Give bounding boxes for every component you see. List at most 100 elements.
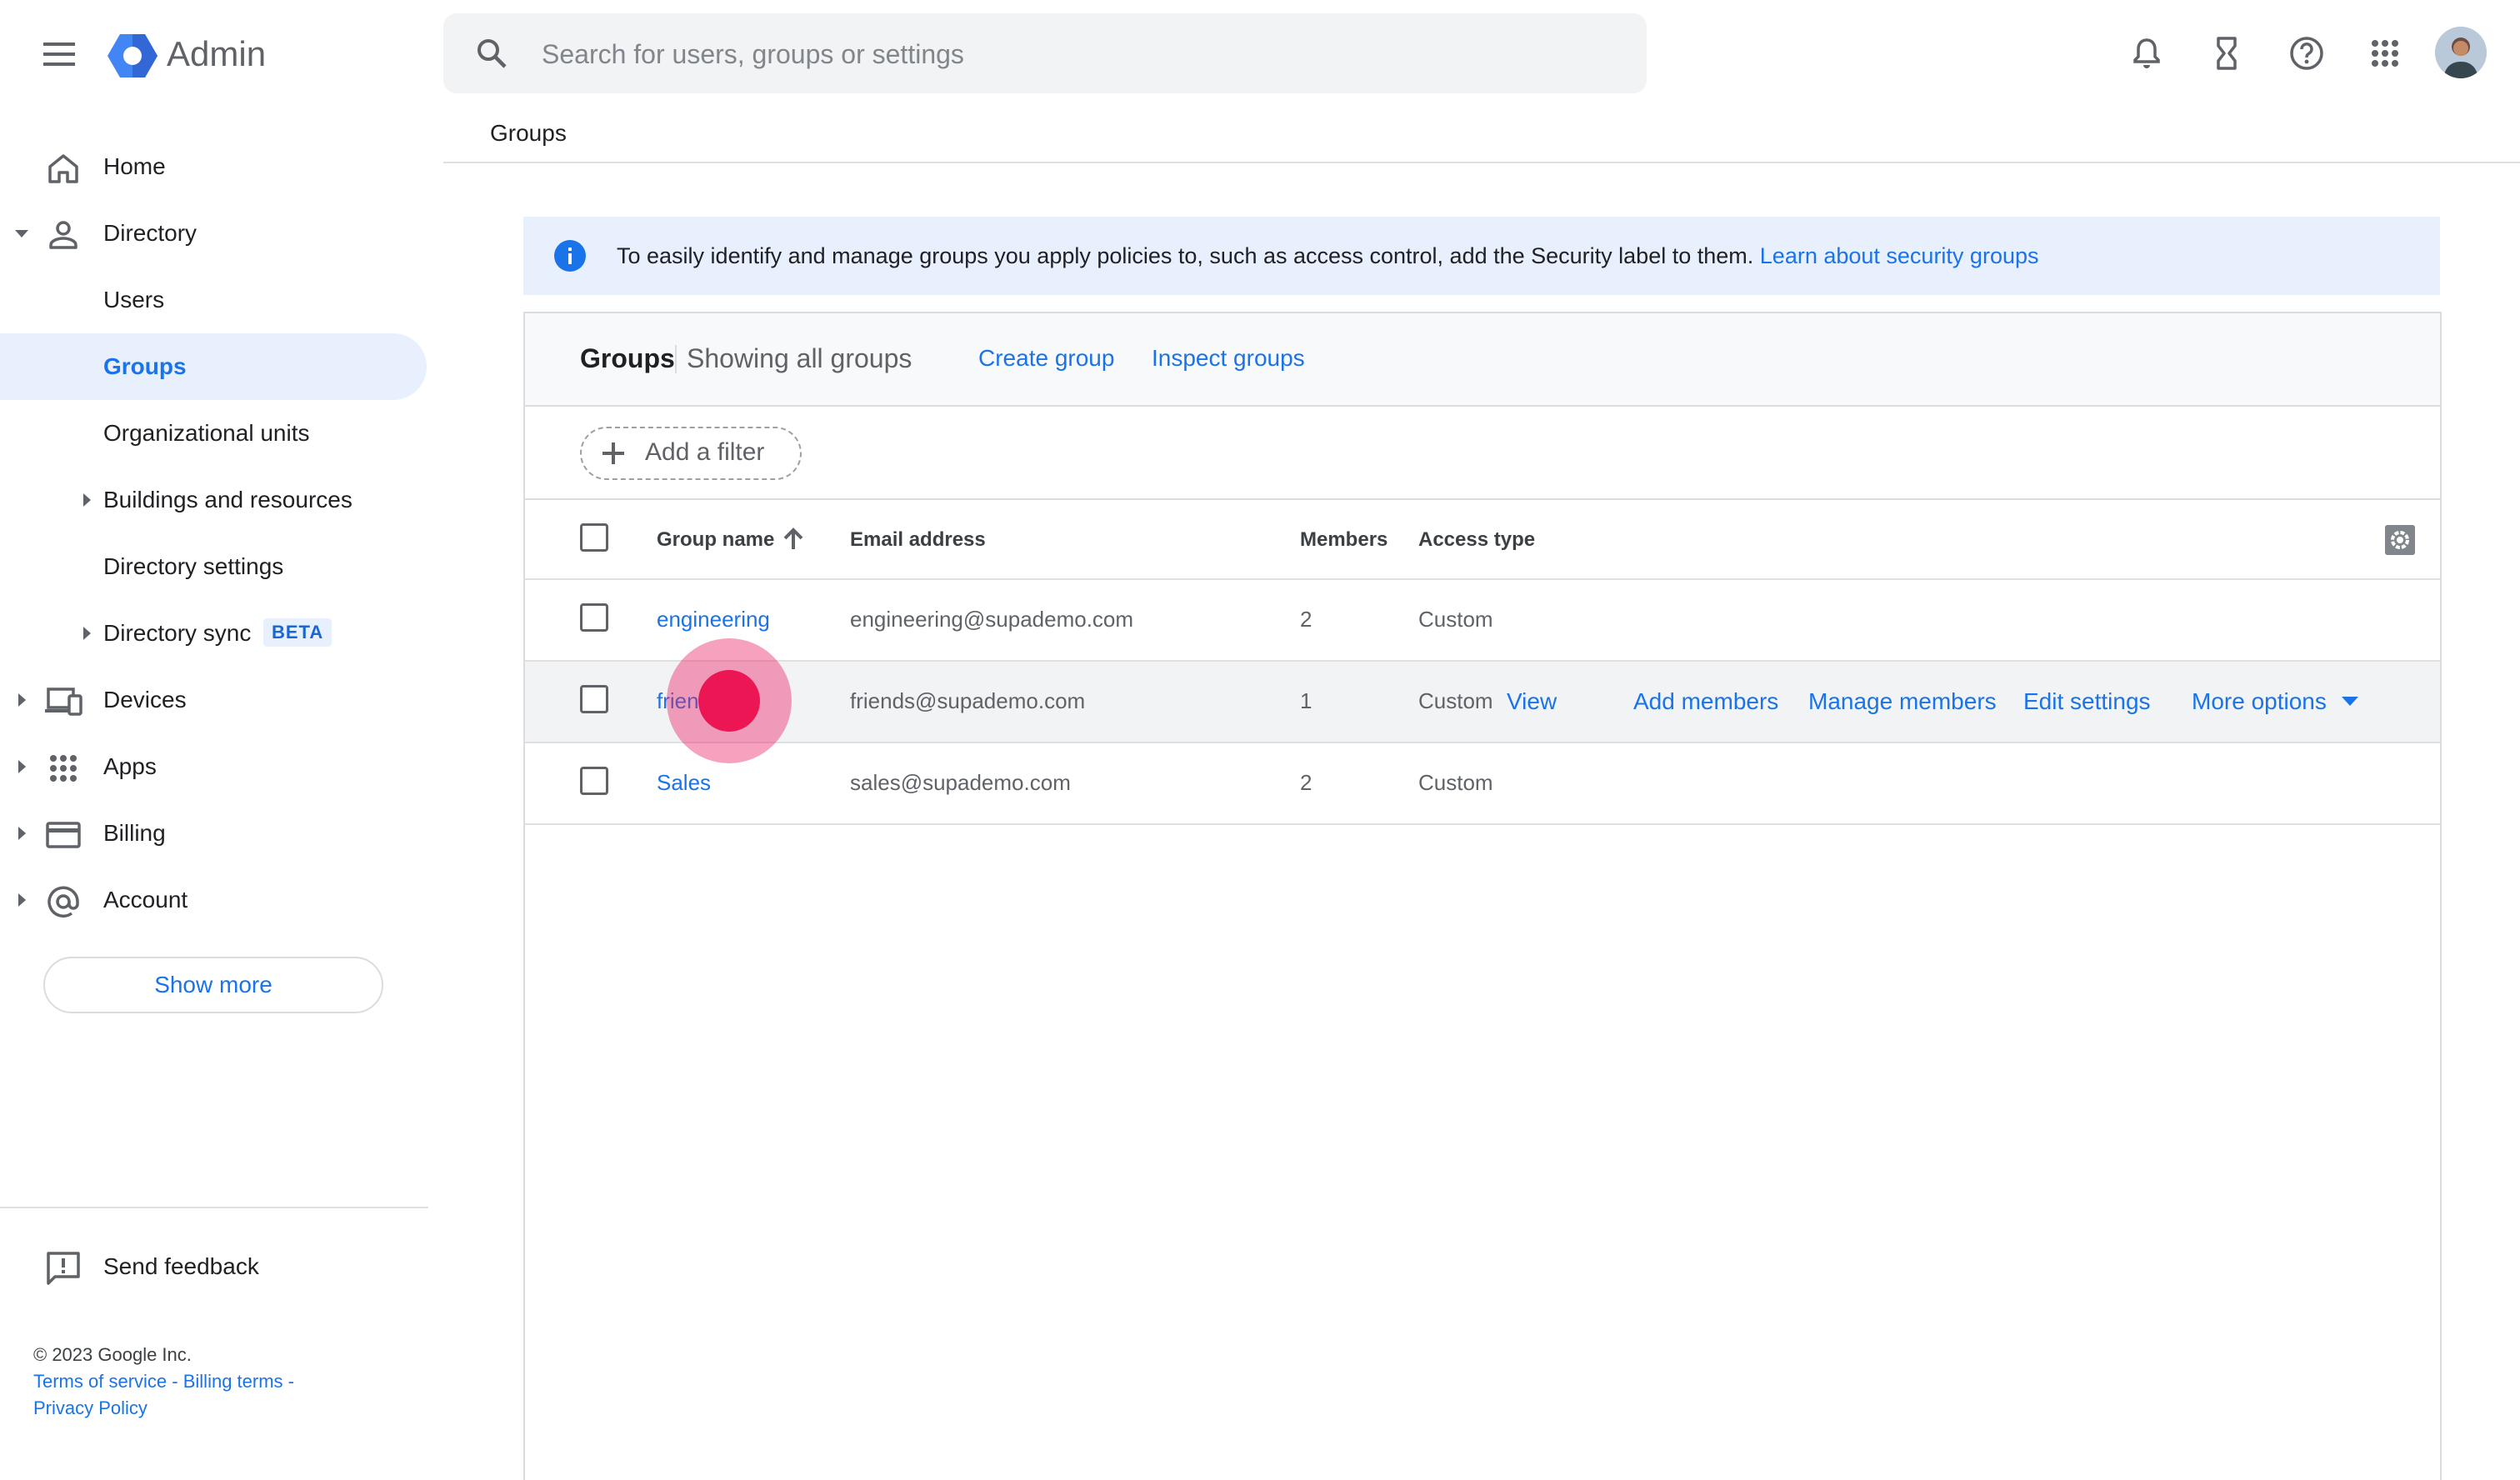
group-name-link[interactable]: engineering (657, 607, 770, 632)
table-row[interactable]: Sales sales@supademo.com 2 Custom (525, 743, 2440, 825)
sidebar-item-label: Users (103, 287, 165, 312)
feedback-icon (43, 1248, 83, 1288)
footer-separator: - (288, 1371, 294, 1392)
add-filter-button[interactable]: Add a filter (580, 427, 802, 480)
sidebar-item-label: Billing (103, 820, 166, 846)
table-header-row: Group name Email address Members Access … (525, 500, 2440, 580)
apps-grid-icon (43, 748, 83, 788)
banner-text: To easily identify and manage groups you… (617, 243, 1760, 268)
billing-terms-link[interactable]: Billing terms (183, 1371, 283, 1392)
sidebar-item-apps[interactable]: Apps (0, 733, 428, 800)
sidebar-item-directory-settings[interactable]: Directory settings (0, 533, 428, 600)
table-row[interactable]: engineering engineering@supademo.com 2 C… (525, 580, 2440, 662)
app-name: Admin (167, 34, 267, 73)
caret-right-icon (12, 757, 32, 777)
caret-right-icon (12, 690, 32, 710)
group-access-type: Custom (1418, 770, 1493, 795)
title-separator (675, 345, 677, 373)
sidebar-item-label: Buildings and resources (103, 487, 352, 512)
help-icon[interactable] (2283, 30, 2330, 77)
copyright-text: © 2023 Google Inc. (33, 1344, 192, 1365)
group-email: sales@supademo.com (850, 770, 1071, 795)
view-group-link[interactable]: View (1507, 688, 1557, 715)
breadcrumb-groups: Groups (490, 120, 567, 146)
search-bar[interactable] (443, 13, 1647, 93)
caret-right-icon (77, 490, 97, 510)
group-email: friends@supademo.com (850, 688, 1086, 713)
column-settings-gear-icon[interactable] (2383, 523, 2417, 557)
sidebar: Home Directory Users Groups Organization… (0, 133, 428, 1442)
apps-launcher-icon[interactable] (2362, 30, 2408, 77)
row-checkbox[interactable] (580, 603, 608, 632)
sidebar-item-directory-sync[interactable]: Directory sync BETA (0, 600, 428, 667)
terms-of-service-link[interactable]: Terms of service (33, 1371, 167, 1392)
edit-settings-link[interactable]: Edit settings (2023, 688, 2151, 715)
manage-members-link[interactable]: Manage members (1808, 688, 1997, 715)
credit-card-icon (43, 815, 83, 855)
panel-title: Groups (580, 343, 675, 373)
row-checkbox[interactable] (580, 685, 608, 713)
group-access-type: Custom (1418, 607, 1493, 632)
search-icon (472, 33, 512, 73)
sidebar-item-directory[interactable]: Directory (0, 200, 428, 267)
hourglass-tasks-icon[interactable] (2203, 30, 2250, 77)
caret-right-icon (12, 890, 32, 910)
group-member-count: 1 (1300, 688, 1312, 713)
caret-down-icon[interactable] (2342, 697, 2358, 707)
at-sign-icon (43, 882, 83, 922)
sidebar-item-label: Directory settings (103, 553, 284, 579)
sidebar-item-billing[interactable]: Billing (0, 800, 428, 867)
panel-header: Groups Showing all groups Create group I… (525, 313, 2440, 407)
learn-about-security-groups-link[interactable]: Learn about security groups (1760, 243, 2039, 268)
account-avatar[interactable] (2435, 27, 2487, 78)
breadcrumb: Groups (443, 110, 2520, 163)
sidebar-item-buildings-and-resources[interactable]: Buildings and resources (0, 467, 428, 533)
sidebar-item-account[interactable]: Account (0, 867, 428, 933)
sidebar-item-organizational-units[interactable]: Organizational units (0, 400, 428, 467)
info-icon (553, 239, 587, 272)
notifications-bell-icon[interactable] (2123, 30, 2170, 77)
send-feedback-label: Send feedback (103, 1253, 259, 1279)
sidebar-item-users[interactable]: Users (0, 267, 428, 333)
group-email: engineering@supademo.com (850, 607, 1134, 632)
top-bar: Admin (0, 0, 2520, 108)
send-feedback-button[interactable]: Send feedback (0, 1233, 428, 1300)
privacy-policy-link[interactable]: Privacy Policy (33, 1398, 148, 1418)
sidebar-item-label: Home (103, 153, 166, 179)
footer-separator: - (172, 1371, 183, 1392)
group-member-count: 2 (1300, 770, 1312, 795)
create-group-link[interactable]: Create group (978, 345, 1114, 372)
sidebar-item-groups[interactable]: Groups (0, 333, 427, 400)
filter-bar: Add a filter (525, 407, 2440, 500)
add-filter-label: Add a filter (645, 438, 765, 466)
group-name-link[interactable]: Sales (657, 770, 711, 796)
group-name-link[interactable]: frien (657, 688, 699, 714)
devices-icon (43, 682, 83, 722)
sidebar-item-label: Organizational units (103, 420, 310, 446)
more-options-dropdown[interactable]: More options (2192, 688, 2327, 715)
sidebar-item-home[interactable]: Home (0, 133, 428, 200)
sidebar-item-label: Account (103, 887, 188, 912)
add-members-link[interactable]: Add members (1633, 688, 1778, 715)
group-access-type: Custom (1418, 688, 1493, 713)
table-row[interactable]: frien friends@supademo.com 1 Custom View… (525, 662, 2440, 743)
row-checkbox[interactable] (580, 767, 608, 795)
caret-down-icon (12, 223, 32, 243)
sidebar-item-label: Groups (103, 353, 187, 379)
column-header-email-address: Email address (850, 528, 986, 551)
show-more-button[interactable]: Show more (43, 957, 383, 1013)
column-header-members: Members (1300, 528, 1388, 551)
caret-right-icon (12, 823, 32, 843)
caret-right-icon (77, 623, 97, 643)
sidebar-item-label: Apps (103, 753, 157, 779)
sidebar-item-devices[interactable]: Devices (0, 667, 428, 733)
search-input[interactable] (540, 30, 1610, 78)
panel-subtitle: Showing all groups (687, 343, 912, 373)
sidebar-item-label: Directory (103, 220, 198, 246)
sort-ascending-arrow-icon[interactable] (780, 525, 807, 552)
security-info-banner: To easily identify and manage groups you… (523, 217, 2440, 295)
inspect-groups-link[interactable]: Inspect groups (1152, 345, 1305, 372)
select-all-checkbox[interactable] (580, 523, 608, 552)
main-menu-icon[interactable] (33, 31, 87, 78)
column-header-group-name[interactable]: Group name (657, 528, 774, 552)
